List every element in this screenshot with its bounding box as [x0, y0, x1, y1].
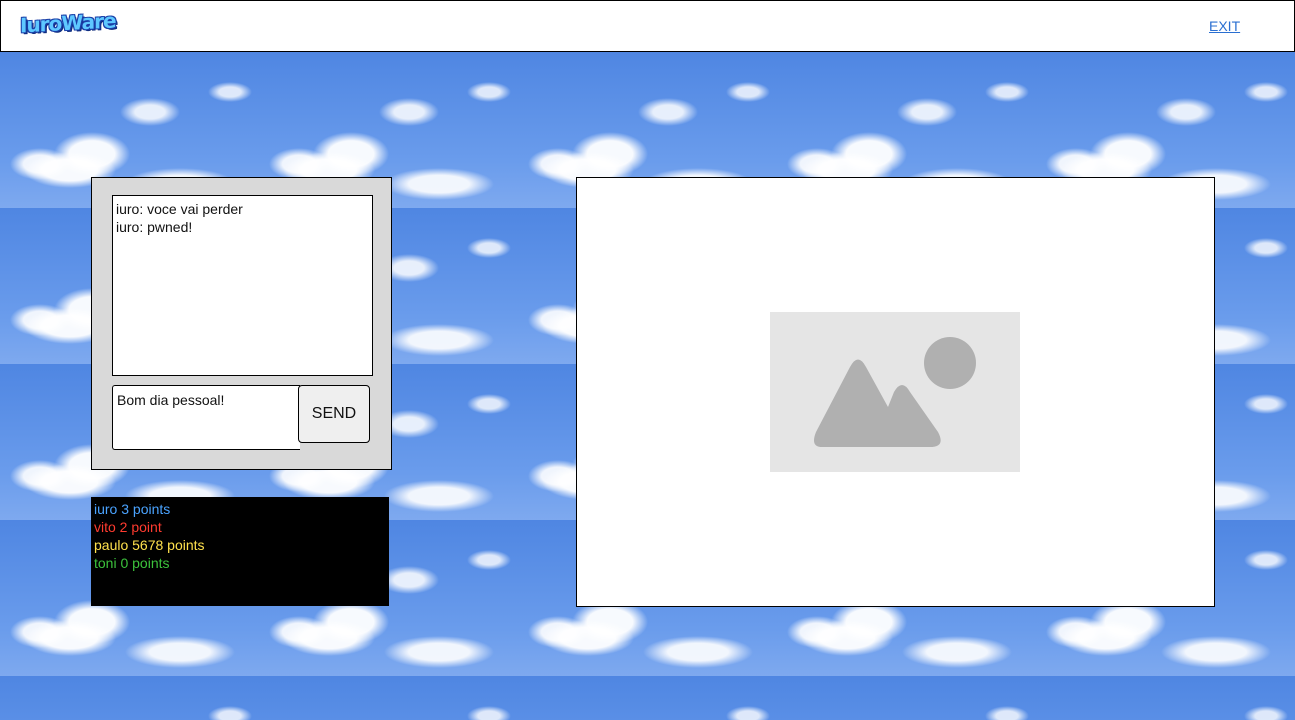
chat-input[interactable]: Bom dia pessoal! [112, 385, 300, 450]
chat-log[interactable]: iuro: voce vai perder iuro: pwned! [112, 195, 373, 376]
image-placeholder-icon [814, 337, 976, 447]
score-entry: toni 0 points [94, 555, 170, 571]
app-logo: IuroWare [20, 8, 116, 38]
chat-panel: iuro: voce vai perder iuro: pwned! Bom d… [91, 177, 392, 470]
exit-link[interactable]: EXIT [1209, 18, 1240, 34]
score-entry: iuro 3 points [94, 501, 171, 517]
score-entry: vito 2 point [94, 519, 162, 535]
chat-message: iuro: voce vai perder [116, 201, 243, 217]
send-button[interactable]: SEND [298, 385, 370, 443]
image-placeholder [770, 312, 1020, 472]
score-entry: paulo 5678 points [94, 537, 205, 553]
chat-message: iuro: pwned! [116, 219, 193, 235]
game-area[interactable] [576, 177, 1215, 607]
scoreboard: iuro 3 points vito 2 point paulo 5678 po… [91, 497, 389, 606]
top-bar: IuroWare EXIT [0, 0, 1295, 52]
